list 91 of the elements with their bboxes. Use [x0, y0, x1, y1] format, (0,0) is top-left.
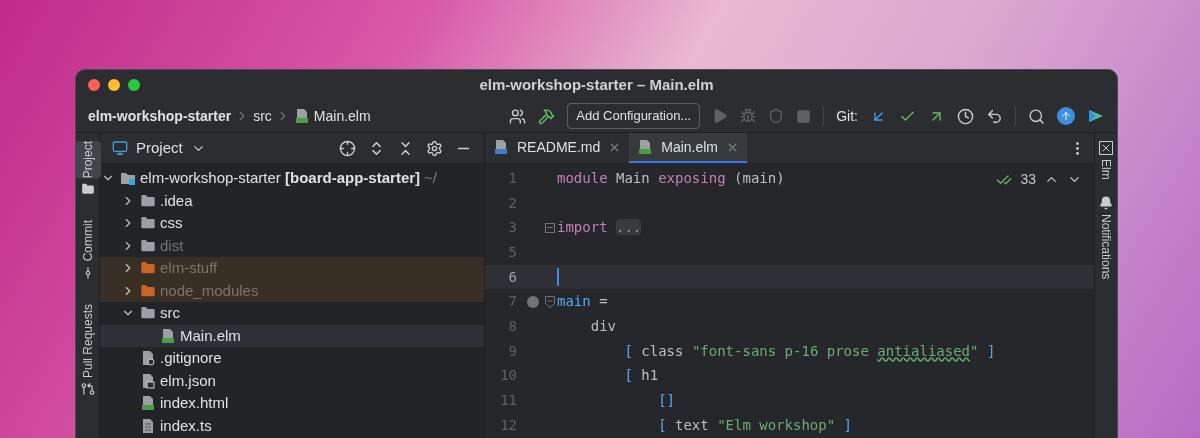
tree-label: elm.json [160, 370, 216, 391]
tree-label: dist [160, 235, 184, 256]
folder-icon [120, 170, 136, 187]
ignore-file-icon [140, 350, 156, 367]
minimize-window-button[interactable] [108, 79, 120, 91]
file-icon [493, 139, 509, 155]
window-title: elm-workshop-starter – Main.elm [479, 74, 714, 95]
editor-tab[interactable]: Main.elm [629, 133, 748, 163]
code-line: main = [556, 292, 608, 312]
pull-request-icon [80, 381, 95, 396]
problems-count: 33 [1020, 170, 1036, 189]
panel-icon [112, 140, 128, 156]
run-configuration-button[interactable]: Add Configuration... [567, 103, 701, 129]
tool-window-tab[interactable]: Notifications [1093, 213, 1117, 280]
tree-item[interactable]: index.ts [100, 414, 484, 437]
panel-title[interactable]: Project [136, 136, 183, 160]
tool-window-tab[interactable]: Project [76, 141, 101, 179]
breadcrumb[interactable]: elm-workshop-starter [88, 105, 232, 127]
code-line: [ class "font-sans p-16 prose antialiased" ] [623, 341, 996, 361]
folder-icon [80, 182, 95, 197]
tree-label: index.html [160, 393, 229, 413]
breadcrumb[interactable]: Main.elm [313, 105, 371, 127]
account-icon[interactable] [509, 107, 527, 125]
line-number: 9 [507, 341, 517, 361]
code-line: import ... [556, 218, 642, 238]
line-number: 3 [507, 218, 517, 238]
tree-item[interactable]: css [100, 212, 484, 235]
code-line: div [589, 316, 616, 336]
hammer-icon[interactable] [538, 107, 556, 125]
json-file-icon [140, 372, 156, 389]
tree-item[interactable]: Main.elm [100, 324, 484, 347]
rollback-icon[interactable] [986, 107, 1003, 125]
file-icon [160, 327, 176, 344]
logo-icon[interactable] [1087, 107, 1105, 125]
line-number: 11 [499, 391, 517, 411]
locate-icon[interactable] [339, 139, 356, 157]
bell-icon [1099, 195, 1113, 210]
tree-item[interactable]: elm-workshop-starter [board-app-starter] ~/ [100, 167, 484, 190]
code-line: module Main exposing (main) [556, 168, 785, 188]
project-path: ~/ [424, 168, 437, 188]
folder-icon [140, 282, 156, 299]
line-number: 12 [499, 415, 517, 435]
tree-item[interactable]: .idea [100, 189, 484, 212]
folder-icon [140, 237, 156, 254]
code-line: [] [657, 391, 675, 411]
close-window-button[interactable] [88, 79, 100, 91]
tree-item[interactable]: .gitignore [100, 347, 484, 370]
history-icon[interactable] [957, 107, 974, 125]
search-icon[interactable] [1028, 107, 1045, 125]
folder-icon [140, 192, 156, 209]
line-number: 10 [499, 366, 517, 386]
line-number: 1 [507, 168, 517, 188]
crossed-box-icon [1099, 141, 1113, 155]
tree-item[interactable]: src [100, 302, 484, 325]
tree-item[interactable]: index.html [100, 392, 484, 415]
line-number: 5 [507, 242, 517, 262]
run-marker-icon[interactable] [527, 295, 539, 308]
tool-window-tab[interactable]: Pull Requests [76, 303, 101, 378]
fold-icon[interactable] [545, 295, 555, 308]
file-icon [140, 417, 156, 434]
breadcrumb[interactable]: src [253, 105, 272, 127]
tree-label: elm-workshop-starter [board-app-starter] [140, 168, 421, 188]
line-number: 7 [507, 292, 517, 312]
line-number: 2 [507, 193, 517, 213]
settings-icon[interactable] [426, 139, 443, 157]
upload-icon[interactable] [1057, 107, 1075, 125]
tool-window-tab[interactable]: Commit [76, 220, 101, 262]
tree-label: Main.elm [180, 325, 241, 346]
file-icon [293, 108, 310, 124]
tree-label: node_modules [160, 280, 259, 301]
file-icon [637, 139, 654, 155]
line-number: 6 [507, 267, 517, 287]
editor-tab[interactable]: README.md [485, 133, 630, 163]
unfold-icon[interactable] [545, 222, 555, 233]
code-line: [ text "Elm workshop" ] [657, 415, 853, 435]
tree-label: .idea [160, 190, 193, 211]
tree-label: src [160, 303, 180, 323]
tree-label: css [160, 213, 183, 233]
tree-label: .gitignore [160, 348, 222, 368]
tool-window-tab[interactable]: Elm [1093, 159, 1117, 180]
code-line: [ h1 [623, 366, 659, 386]
zoom-window-button[interactable] [128, 79, 140, 91]
tree-label: elm-stuff [160, 258, 218, 278]
text-caret [557, 268, 559, 287]
line-number: 8 [507, 316, 517, 336]
file-icon [140, 395, 156, 412]
tab-label: README.md [517, 137, 601, 157]
tree-item[interactable]: elm.json [100, 369, 484, 392]
git-label: Git: [836, 106, 858, 126]
tab-label: Main.elm [661, 137, 719, 157]
tree-label: index.ts [160, 415, 212, 436]
